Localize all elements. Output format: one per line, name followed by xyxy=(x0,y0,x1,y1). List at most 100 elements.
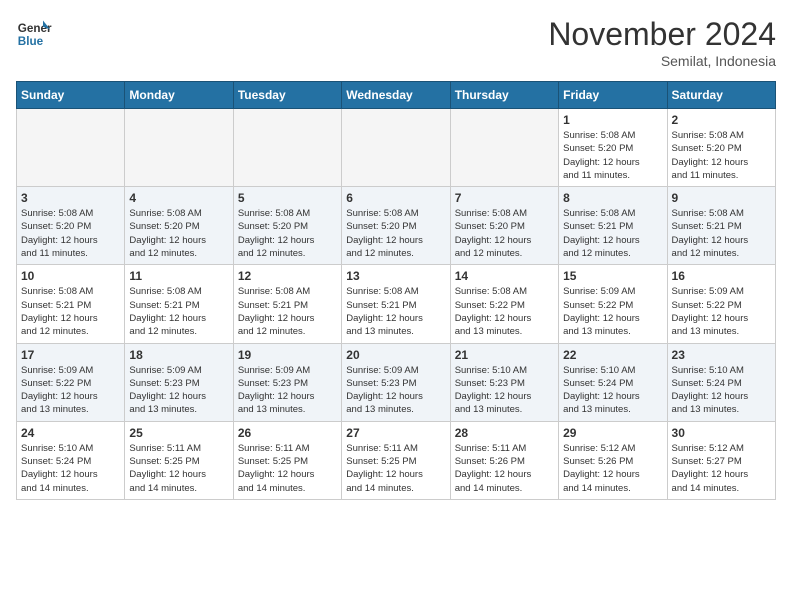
day-number: 20 xyxy=(346,348,445,362)
day-number: 7 xyxy=(455,191,554,205)
day-info: Sunrise: 5:08 AMSunset: 5:20 PMDaylight:… xyxy=(21,207,120,260)
calendar-day xyxy=(450,109,558,187)
header-day-tuesday: Tuesday xyxy=(233,82,341,109)
calendar-day: 26 Sunrise: 5:11 AMSunset: 5:25 PMDayligh… xyxy=(233,421,341,499)
calendar-day: 21Sunrise: 5:10 AMSunset: 5:23 PMDayligh… xyxy=(450,343,558,421)
day-number: 14 xyxy=(455,269,554,283)
day-number: 3 xyxy=(21,191,120,205)
day-number: 8 xyxy=(563,191,662,205)
calendar-week-row: 1 Sunrise: 5:08 AMSunset: 5:20 PMDaylight… xyxy=(17,109,776,187)
day-info: Sunrise: 5:10 AMSunset: 5:24 PMDaylight:… xyxy=(672,364,771,417)
day-info: Sunrise: 5:08 AMSunset: 5:22 PMDaylight:… xyxy=(455,285,554,338)
day-number: 22 xyxy=(563,348,662,362)
calendar-day: 28 Sunrise: 5:11 AMSunset: 5:26 PMDayligh… xyxy=(450,421,558,499)
day-info: Sunrise: 5:10 AMSunset: 5:23 PMDaylight:… xyxy=(455,364,554,417)
day-info: Sunrise: 5:12 AMSunset: 5:27 PMDaylight:… xyxy=(672,442,771,495)
logo-icon: General Blue xyxy=(16,16,52,52)
day-info: Sunrise: 5:08 AMSunset: 5:20 PMDaylight:… xyxy=(238,207,337,260)
calendar-day: 27 Sunrise: 5:11 AMSunset: 5:25 PMDayligh… xyxy=(342,421,450,499)
day-number: 23 xyxy=(672,348,771,362)
calendar-day: 18 Sunrise: 5:09 AMSunset: 5:23 PMDayligh… xyxy=(125,343,233,421)
day-info: Sunrise: 5:08 AMSunset: 5:20 PMDaylight:… xyxy=(563,129,662,182)
calendar-day: 11 Sunrise: 5:08 AMSunset: 5:21 PMDayligh… xyxy=(125,265,233,343)
calendar-day: 12 Sunrise: 5:08 AMSunset: 5:21 PMDayligh… xyxy=(233,265,341,343)
day-info: Sunrise: 5:09 AMSunset: 5:22 PMDaylight:… xyxy=(672,285,771,338)
header-day-friday: Friday xyxy=(559,82,667,109)
day-info: Sunrise: 5:11 AMSunset: 5:26 PMDaylight:… xyxy=(455,442,554,495)
day-info: Sunrise: 5:10 AMSunset: 5:24 PMDaylight:… xyxy=(563,364,662,417)
day-info: Sunrise: 5:12 AMSunset: 5:26 PMDaylight:… xyxy=(563,442,662,495)
calendar-day: 22 Sunrise: 5:10 AMSunset: 5:24 PMDayligh… xyxy=(559,343,667,421)
day-number: 28 xyxy=(455,426,554,440)
calendar-day: 23 Sunrise: 5:10 AMSunset: 5:24 PMDayligh… xyxy=(667,343,775,421)
day-number: 6 xyxy=(346,191,445,205)
calendar-week-row: 24Sunrise: 5:10 AMSunset: 5:24 PMDayligh… xyxy=(17,421,776,499)
day-number: 30 xyxy=(672,426,771,440)
day-info: Sunrise: 5:08 AMSunset: 5:20 PMDaylight:… xyxy=(672,129,771,182)
calendar-week-row: 17 Sunrise: 5:09 AMSunset: 5:22 PMDayligh… xyxy=(17,343,776,421)
calendar-day: 14 Sunrise: 5:08 AMSunset: 5:22 PMDayligh… xyxy=(450,265,558,343)
header-day-saturday: Saturday xyxy=(667,82,775,109)
day-info: Sunrise: 5:08 AMSunset: 5:21 PMDaylight:… xyxy=(563,207,662,260)
day-number: 11 xyxy=(129,269,228,283)
day-info: Sunrise: 5:09 AMSunset: 5:23 PMDaylight:… xyxy=(238,364,337,417)
day-info: Sunrise: 5:08 AMSunset: 5:21 PMDaylight:… xyxy=(21,285,120,338)
day-info: Sunrise: 5:09 AMSunset: 5:22 PMDaylight:… xyxy=(21,364,120,417)
calendar-day: 10 Sunrise: 5:08 AMSunset: 5:21 PMDayligh… xyxy=(17,265,125,343)
day-info: Sunrise: 5:08 AMSunset: 5:20 PMDaylight:… xyxy=(455,207,554,260)
calendar-day: 25Sunrise: 5:11 AMSunset: 5:25 PMDayligh… xyxy=(125,421,233,499)
day-info: Sunrise: 5:11 AMSunset: 5:25 PMDaylight:… xyxy=(346,442,445,495)
calendar-table: SundayMondayTuesdayWednesdayThursdayFrid… xyxy=(16,81,776,500)
month-title: November 2024 xyxy=(548,16,776,53)
day-number: 1 xyxy=(563,113,662,127)
day-info: Sunrise: 5:09 AMSunset: 5:22 PMDaylight:… xyxy=(563,285,662,338)
day-number: 9 xyxy=(672,191,771,205)
day-info: Sunrise: 5:09 AMSunset: 5:23 PMDaylight:… xyxy=(346,364,445,417)
calendar-day: 4Sunrise: 5:08 AMSunset: 5:20 PMDaylight… xyxy=(125,187,233,265)
day-info: Sunrise: 5:08 AMSunset: 5:20 PMDaylight:… xyxy=(129,207,228,260)
day-number: 18 xyxy=(129,348,228,362)
svg-text:General: General xyxy=(18,22,52,35)
day-info: Sunrise: 5:08 AMSunset: 5:21 PMDaylight:… xyxy=(129,285,228,338)
day-info: Sunrise: 5:08 AMSunset: 5:21 PMDaylight:… xyxy=(672,207,771,260)
calendar-day: 13 Sunrise: 5:08 AMSunset: 5:21 PMDayligh… xyxy=(342,265,450,343)
calendar-day: 17 Sunrise: 5:09 AMSunset: 5:22 PMDayligh… xyxy=(17,343,125,421)
calendar-week-row: 3 Sunrise: 5:08 AMSunset: 5:20 PMDaylight… xyxy=(17,187,776,265)
calendar-day xyxy=(342,109,450,187)
calendar-header-row: SundayMondayTuesdayWednesdayThursdayFrid… xyxy=(17,82,776,109)
day-number: 17 xyxy=(21,348,120,362)
day-info: Sunrise: 5:09 AMSunset: 5:23 PMDaylight:… xyxy=(129,364,228,417)
day-info: Sunrise: 5:08 AMSunset: 5:21 PMDaylight:… xyxy=(238,285,337,338)
calendar-day: 2Sunrise: 5:08 AMSunset: 5:20 PMDaylight… xyxy=(667,109,775,187)
calendar-day: 19Sunrise: 5:09 AMSunset: 5:23 PMDayligh… xyxy=(233,343,341,421)
calendar-day xyxy=(17,109,125,187)
day-number: 13 xyxy=(346,269,445,283)
day-number: 12 xyxy=(238,269,337,283)
calendar-day xyxy=(233,109,341,187)
calendar-week-row: 10 Sunrise: 5:08 AMSunset: 5:21 PMDayligh… xyxy=(17,265,776,343)
day-number: 27 xyxy=(346,426,445,440)
calendar-day: 3 Sunrise: 5:08 AMSunset: 5:20 PMDaylight… xyxy=(17,187,125,265)
day-info: Sunrise: 5:08 AMSunset: 5:20 PMDaylight:… xyxy=(346,207,445,260)
calendar-day xyxy=(125,109,233,187)
day-number: 5 xyxy=(238,191,337,205)
day-info: Sunrise: 5:08 AMSunset: 5:21 PMDaylight:… xyxy=(346,285,445,338)
day-info: Sunrise: 5:11 AMSunset: 5:25 PMDaylight:… xyxy=(238,442,337,495)
calendar-day: 24Sunrise: 5:10 AMSunset: 5:24 PMDayligh… xyxy=(17,421,125,499)
day-number: 25 xyxy=(129,426,228,440)
day-number: 10 xyxy=(21,269,120,283)
day-number: 15 xyxy=(563,269,662,283)
page-header: General Blue November 2024 Semilat, Indo… xyxy=(16,16,776,69)
day-number: 26 xyxy=(238,426,337,440)
header-day-wednesday: Wednesday xyxy=(342,82,450,109)
calendar-day: 30 Sunrise: 5:12 AMSunset: 5:27 PMDayligh… xyxy=(667,421,775,499)
calendar-day: 15 Sunrise: 5:09 AMSunset: 5:22 PMDayligh… xyxy=(559,265,667,343)
calendar-day: 6 Sunrise: 5:08 AMSunset: 5:20 PMDaylight… xyxy=(342,187,450,265)
day-number: 24 xyxy=(21,426,120,440)
header-day-sunday: Sunday xyxy=(17,82,125,109)
calendar-day: 9 Sunrise: 5:08 AMSunset: 5:21 PMDaylight… xyxy=(667,187,775,265)
svg-text:Blue: Blue xyxy=(18,35,44,48)
calendar-day: 7 Sunrise: 5:08 AMSunset: 5:20 PMDaylight… xyxy=(450,187,558,265)
calendar-day: 20 Sunrise: 5:09 AMSunset: 5:23 PMDayligh… xyxy=(342,343,450,421)
day-number: 29 xyxy=(563,426,662,440)
